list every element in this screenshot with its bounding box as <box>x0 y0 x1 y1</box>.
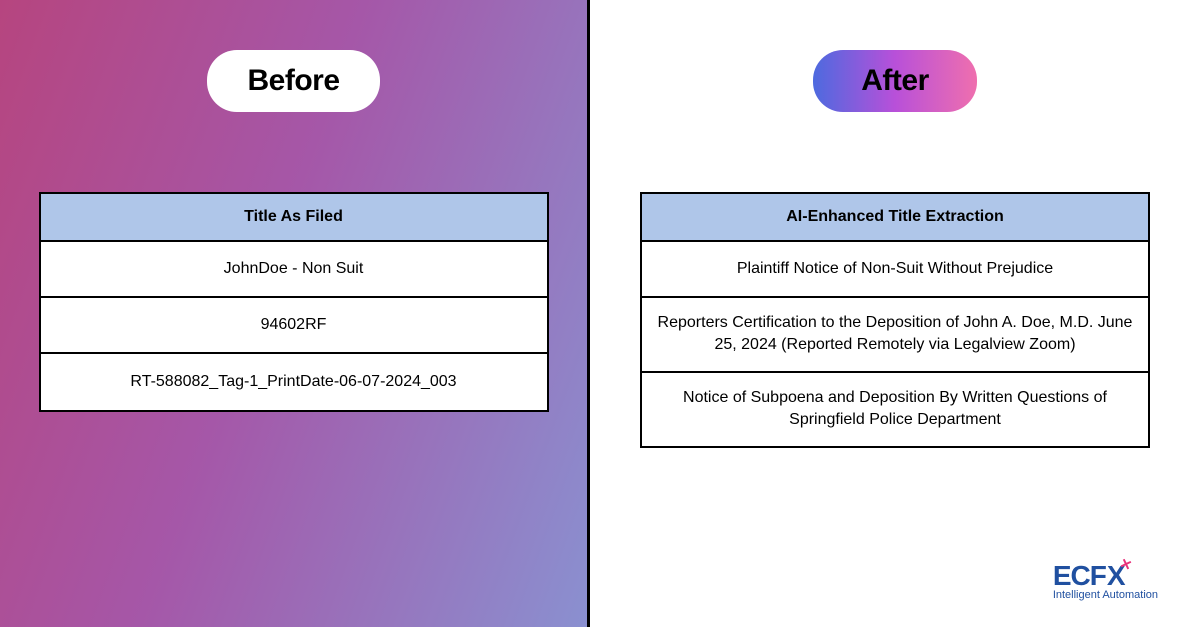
after-table: AI-Enhanced Title Extraction Plaintiff N… <box>640 192 1150 448</box>
before-panel: Before Title As Filed JohnDoe - Non Suit… <box>0 0 590 627</box>
logo-tagline: Intelligent Automation <box>1053 589 1158 601</box>
after-pill: After <box>813 50 977 112</box>
table-row: RT-588082_Tag-1_PrintDate-06-07-2024_003 <box>41 354 547 410</box>
before-table-header: Title As Filed <box>41 194 547 242</box>
after-pill-label: After <box>861 64 929 97</box>
table-row: Plaintiff Notice of Non-Suit Without Pre… <box>642 242 1148 298</box>
after-panel: After AI-Enhanced Title Extraction Plain… <box>590 0 1200 627</box>
before-table: Title As Filed JohnDoe - Non Suit 94602R… <box>39 192 549 412</box>
table-row: Reporters Certification to the Depositio… <box>642 298 1148 373</box>
before-pill: Before <box>207 50 379 112</box>
table-row: 94602RF <box>41 298 547 354</box>
after-table-header: AI-Enhanced Title Extraction <box>642 194 1148 242</box>
before-pill-label: Before <box>247 64 339 97</box>
ecfx-logo: ECFX✕ Intelligent Automation <box>1053 560 1158 601</box>
table-row: JohnDoe - Non Suit <box>41 242 547 298</box>
logo-brand: ECFX✕ <box>1053 560 1125 592</box>
logo-x-icon: X✕ <box>1107 560 1125 592</box>
comparison-container: Before Title As Filed JohnDoe - Non Suit… <box>0 0 1200 627</box>
table-row: Notice of Subpoena and Deposition By Wri… <box>642 373 1148 446</box>
logo-accent-icon: ✕ <box>1117 555 1133 575</box>
